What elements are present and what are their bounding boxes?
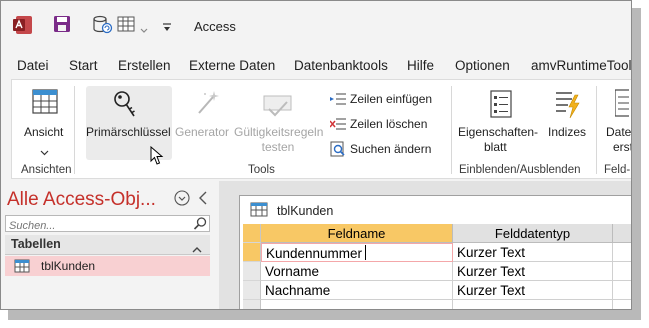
suchen-aendern-label: Suchen ändern: [350, 142, 432, 156]
gueltigkeitsregeln-button-line2: testen: [261, 140, 295, 154]
eigenschaftenblatt-button-line2[interactable]: blatt: [484, 140, 507, 154]
search-icon[interactable]: [193, 216, 208, 236]
nav-search-field[interactable]: [5, 215, 210, 233]
ribbon: Ansicht Ansichten Primärschlüssel Genera…: [11, 79, 632, 179]
nav-item-tblkunden[interactable]: tblKunden: [5, 256, 210, 276]
eigenschaftenblatt-button[interactable]: Eigenschaften-: [458, 125, 538, 139]
collapse-pane-icon[interactable]: [198, 191, 208, 210]
table-row-feldname[interactable]: [261, 300, 453, 309]
menu-datenbanktools[interactable]: Datenbanktools: [294, 58, 388, 73]
table-row-typ[interactable]: Kurzer Text: [453, 281, 613, 300]
delete-rows-icon: [329, 117, 346, 134]
menu-optionen[interactable]: Optionen: [455, 58, 510, 73]
indexes-icon[interactable]: [554, 89, 582, 124]
group-feld: Feld-, D: [604, 164, 632, 176]
daten-makro-button[interactable]: Date: [606, 125, 631, 139]
validation-rules-icon: [263, 92, 293, 123]
row-selector[interactable]: [243, 243, 261, 262]
table-row-typ[interactable]: Kurzer Text: [453, 243, 613, 262]
nav-search-input[interactable]: [6, 219, 192, 233]
menu-amvruntimetools[interactable]: amvRuntimeTools: [531, 58, 631, 73]
ribbon-separator: [596, 86, 597, 174]
group-ansichten: Ansichten: [21, 164, 72, 176]
indizes-button[interactable]: Indizes: [548, 125, 586, 139]
access-window: Access Datei Start Erstellen Externe Dat…: [0, 0, 632, 310]
insert-rows-icon: [330, 92, 346, 109]
grid-corner[interactable]: [243, 224, 261, 243]
table-row-feldname[interactable]: Vorname: [261, 262, 453, 281]
data-macro-icon[interactable]: [614, 89, 631, 122]
refresh-database-icon[interactable]: [92, 15, 114, 40]
primaerschluessel-button[interactable]: Primärschlüssel: [86, 125, 171, 139]
ribbon-separator: [74, 86, 75, 174]
table-view-large-icon[interactable]: [31, 88, 59, 121]
column-header-feldname[interactable]: Feldname: [261, 224, 453, 243]
table-row-desc[interactable]: [613, 243, 631, 262]
nav-item-label: tblKunden: [41, 259, 96, 273]
row-selector[interactable]: [243, 300, 261, 309]
app-title: Access: [194, 19, 236, 34]
nav-menu-icon[interactable]: [174, 190, 190, 211]
row-selector[interactable]: [243, 281, 261, 300]
access-logo-icon[interactable]: [13, 15, 33, 40]
ansicht-button[interactable]: Ansicht: [24, 125, 63, 139]
customize-quick-access-icon[interactable]: [162, 20, 172, 38]
table-row-feldname[interactable]: Nachname: [261, 281, 453, 300]
table-row-typ[interactable]: Kurzer Text: [453, 262, 613, 281]
magic-wand-icon: [195, 89, 221, 122]
table-view-icon[interactable]: [117, 15, 135, 38]
menu-bar: Datei Start Erstellen Externe Daten Date…: [1, 51, 631, 79]
column-header-felddatentyp[interactable]: Felddatentyp: [453, 224, 613, 243]
text-cursor: [365, 245, 366, 260]
property-sheet-icon[interactable]: [490, 90, 512, 123]
ansicht-dropdown-icon[interactable]: [40, 143, 49, 161]
table-row-feldname[interactable]: Kundennummer: [261, 243, 453, 262]
menu-datei[interactable]: Datei: [17, 58, 49, 73]
zeilen-einfuegen-label: Zeilen einfügen: [350, 92, 433, 106]
table-row-desc[interactable]: [613, 262, 631, 281]
menu-externe-daten[interactable]: Externe Daten: [189, 58, 275, 73]
key-icon[interactable]: [112, 90, 138, 125]
table-design-icon: [250, 202, 268, 222]
generator-button: Generator: [175, 125, 230, 139]
menu-start[interactable]: Start: [69, 58, 98, 73]
document-tab-label[interactable]: tblKunden: [277, 204, 333, 218]
gueltigkeitsregeln-button: Gültigkeitsregeln: [234, 125, 324, 139]
search-modify-icon: [330, 141, 346, 160]
title-bar: Access: [1, 1, 631, 51]
nav-title[interactable]: Alle Access-Obj...: [7, 189, 156, 211]
mouse-cursor-icon: [150, 145, 164, 171]
ribbon-separator: [451, 86, 452, 174]
table-icon: [14, 259, 30, 278]
table-row-desc[interactable]: [613, 281, 631, 300]
save-icon[interactable]: [53, 15, 71, 38]
menu-erstellen[interactable]: Erstellen: [118, 58, 171, 73]
zeilen-loeschen-label: Zeilen löschen: [350, 117, 428, 131]
section-label: Tabellen: [11, 237, 61, 251]
chevron-down-icon[interactable]: [140, 21, 148, 39]
column-header-beschreibung[interactable]: [613, 224, 631, 243]
group-einblenden-ausblenden: Einblenden/Ausblenden: [459, 164, 581, 176]
row-selector[interactable]: [243, 262, 261, 281]
nav-section-tabellen[interactable]: Tabellen: [5, 235, 210, 255]
menu-hilfe[interactable]: Hilfe: [407, 58, 434, 73]
table-row-typ[interactable]: [453, 300, 613, 309]
daten-makro-button-line2[interactable]: erst: [613, 140, 631, 154]
group-tools: Tools: [248, 164, 275, 176]
